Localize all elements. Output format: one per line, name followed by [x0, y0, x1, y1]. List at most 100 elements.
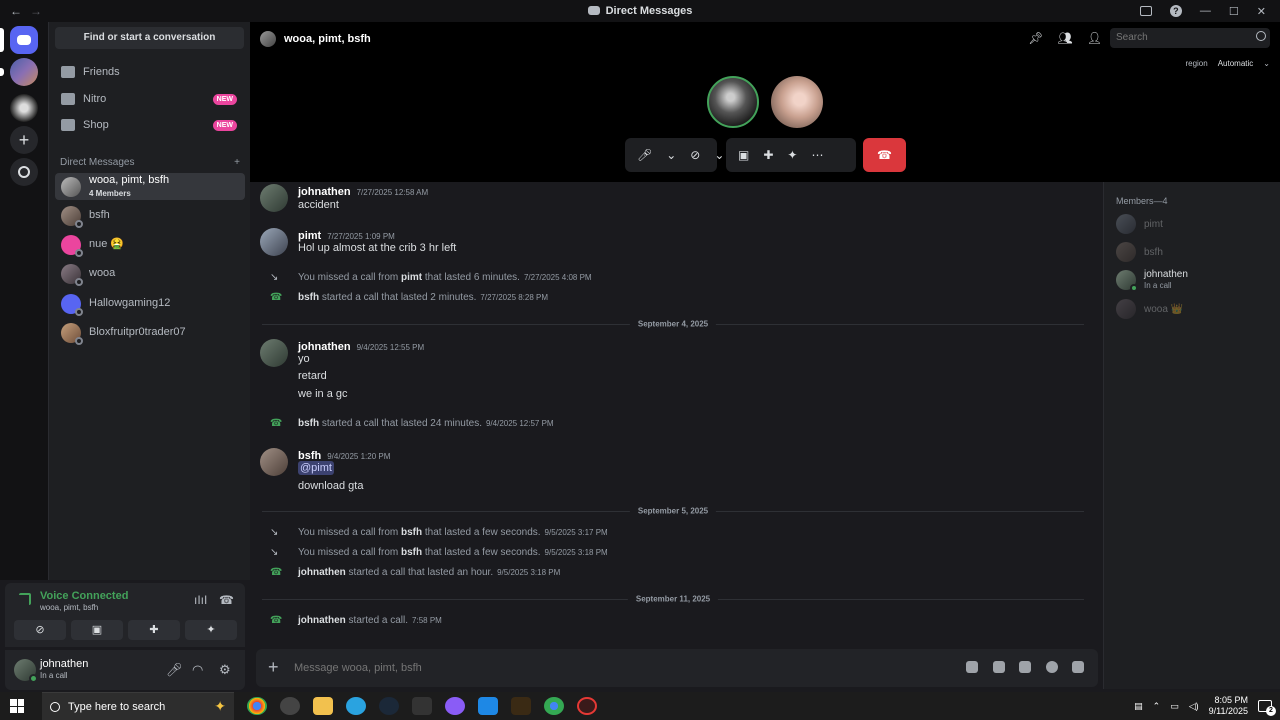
- dm-column: Find or start a conversation Friends Nit…: [48, 22, 250, 580]
- taskbar-search[interactable]: Type here to search ✦: [42, 692, 234, 720]
- member-item[interactable]: johnathen In a call: [1116, 269, 1188, 292]
- missed-call-icon: ↘: [270, 527, 279, 538]
- dm-item[interactable]: wooa, pimt, bsfh 4 Members: [55, 173, 245, 200]
- windows-start-icon[interactable]: [10, 699, 24, 713]
- file-explorer-icon[interactable]: [313, 697, 333, 715]
- find-conversation-button[interactable]: Find or start a conversation: [55, 27, 244, 49]
- controller-icon[interactable]: ✚: [763, 148, 773, 162]
- message-text: retard: [298, 370, 327, 382]
- steam-icon[interactable]: [379, 697, 399, 715]
- gif-icon[interactable]: [993, 661, 1005, 673]
- message-input[interactable]: [294, 658, 894, 678]
- timestamp: 7/27/2025 12:58 AM: [356, 188, 429, 197]
- microphone-icon[interactable]: 🎤︎: [637, 148, 652, 162]
- dm-item[interactable]: bsfh: [55, 202, 245, 229]
- settings-gear-icon[interactable]: ⚙: [219, 662, 231, 678]
- voice-channel[interactable]: wooa, pimt, bsfh: [40, 603, 98, 612]
- disconnect-icon[interactable]: ☎: [219, 593, 234, 607]
- add-server-button[interactable]: +: [10, 126, 38, 154]
- nav-friends[interactable]: Friends: [55, 59, 245, 85]
- avatar[interactable]: [260, 184, 288, 212]
- voice-status[interactable]: Voice Connected: [40, 590, 128, 602]
- avatar[interactable]: [260, 339, 288, 367]
- chevron-down-icon[interactable]: ⌄: [714, 148, 724, 162]
- user-name[interactable]: johnathen: [40, 658, 88, 670]
- help-icon[interactable]: ?: [1169, 5, 1182, 17]
- app-icon[interactable]: [445, 697, 465, 715]
- avatar[interactable]: [260, 448, 288, 476]
- microphone-icon[interactable]: 🎤︎: [166, 662, 183, 678]
- call-controls-av: 🎤︎ ⌄ ⊘ ⌄: [625, 138, 724, 172]
- create-dm-button[interactable]: +: [234, 157, 240, 168]
- discover-button[interactable]: [10, 158, 38, 186]
- clock[interactable]: 8:05 PM 9/11/2025: [1209, 695, 1248, 717]
- dm-item[interactable]: wooa: [55, 260, 245, 287]
- keyboard-icon[interactable]: ▤: [1134, 701, 1143, 712]
- member-item[interactable]: wooa 👑: [1116, 298, 1183, 320]
- upload-plus-icon[interactable]: +: [268, 657, 279, 677]
- app-icon[interactable]: [478, 697, 498, 715]
- forward-arrow-icon[interactable]: →: [30, 4, 42, 18]
- chevron-up-icon[interactable]: ⌃: [1153, 701, 1161, 712]
- epic-games-icon[interactable]: [412, 697, 432, 715]
- headphones-icon[interactable]: ◠: [192, 662, 203, 678]
- telegram-icon[interactable]: [346, 697, 366, 715]
- channel-header: wooa, pimt, bsfh: [260, 31, 371, 47]
- author-name[interactable]: johnathen: [298, 341, 351, 353]
- call-participant-avatar[interactable]: [707, 76, 759, 128]
- app-icon[interactable]: [511, 697, 531, 715]
- search-icon: [1256, 31, 1266, 41]
- chevron-down-icon[interactable]: ⌄: [666, 148, 676, 162]
- add-friends-icon[interactable]: 👥︎: [1058, 31, 1073, 45]
- member-item[interactable]: pimt: [1116, 213, 1163, 235]
- hang-up-button[interactable]: ☎: [863, 138, 906, 172]
- soundboard-button[interactable]: ✦: [185, 620, 237, 640]
- sticker-icon[interactable]: [1019, 661, 1031, 673]
- signal-icon[interactable]: [19, 593, 31, 605]
- gift-icon[interactable]: [966, 661, 978, 673]
- opera-icon[interactable]: [577, 697, 597, 715]
- app-icon[interactable]: [280, 697, 300, 715]
- dm-item[interactable]: Hallowgaming12: [55, 290, 245, 317]
- noise-suppression-icon[interactable]: ıIıI: [194, 593, 207, 607]
- dm-item[interactable]: Bloxfruitpr0trader07: [55, 319, 245, 346]
- camera-off-icon[interactable]: ⊘: [690, 148, 700, 162]
- server-icon[interactable]: [10, 94, 38, 122]
- more-options-icon[interactable]: ⋯: [811, 148, 823, 162]
- screen-share-icon[interactable]: ▣: [738, 148, 749, 162]
- soundboard-icon[interactable]: ✦: [787, 148, 797, 162]
- member-list-icon[interactable]: 👤︎: [1087, 31, 1102, 45]
- video-toggle-button[interactable]: ⊘: [14, 620, 66, 640]
- author-name[interactable]: johnathen: [298, 186, 351, 198]
- screen-share-button[interactable]: ▣: [71, 620, 123, 640]
- volume-icon[interactable]: ◁): [1189, 701, 1199, 712]
- close-button[interactable]: ✕: [1257, 5, 1266, 18]
- message-text: @pimt: [298, 461, 334, 475]
- chrome-icon[interactable]: [247, 697, 267, 715]
- activities-button[interactable]: ✚: [128, 620, 180, 640]
- maximize-button[interactable]: ☐: [1229, 5, 1239, 18]
- network-icon[interactable]: ▭: [1170, 701, 1179, 712]
- home-button[interactable]: [10, 26, 38, 54]
- inbox-icon[interactable]: [1139, 6, 1152, 16]
- nav-nitro[interactable]: Nitro NEW: [55, 86, 245, 112]
- member-item[interactable]: bsfh: [1116, 241, 1163, 263]
- user-mention[interactable]: @pimt: [298, 461, 334, 475]
- apps-controller-icon[interactable]: [1072, 661, 1084, 673]
- pin-icon[interactable]: 📌︎: [1028, 31, 1043, 45]
- server-icon[interactable]: [10, 58, 38, 86]
- author-name[interactable]: pimt: [298, 230, 321, 242]
- region-selector[interactable]: region Automatic ⌄: [1185, 59, 1270, 68]
- search-input[interactable]: [1110, 28, 1270, 48]
- emoji-icon[interactable]: [1046, 661, 1058, 673]
- chrome-icon[interactable]: [544, 697, 564, 715]
- user-avatar[interactable]: [14, 659, 38, 683]
- dm-item[interactable]: nue 🤮: [55, 231, 245, 258]
- call-started-icon: ☎: [270, 292, 283, 303]
- nav-shop[interactable]: Shop NEW: [55, 112, 245, 138]
- notification-icon[interactable]: 2: [1258, 700, 1276, 716]
- call-participant-avatar[interactable]: [771, 76, 823, 128]
- minimize-button[interactable]: —: [1200, 5, 1211, 17]
- avatar[interactable]: [260, 228, 288, 256]
- back-arrow-icon[interactable]: ←: [10, 4, 22, 18]
